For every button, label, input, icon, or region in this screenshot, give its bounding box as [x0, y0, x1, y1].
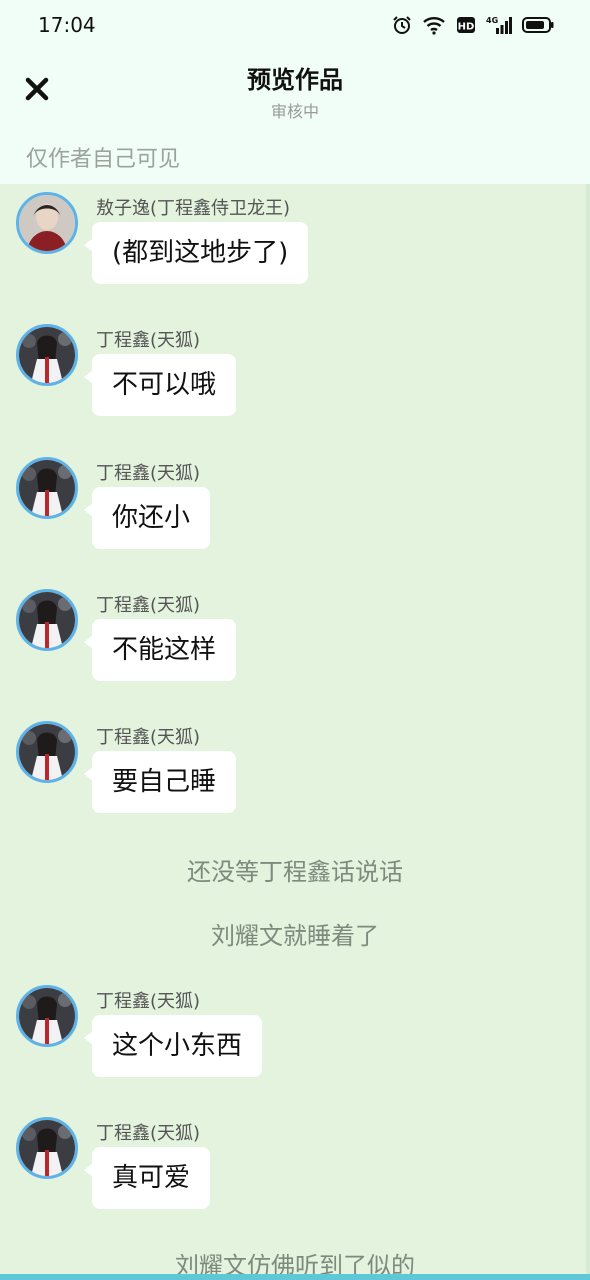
scrollbar[interactable] [586, 184, 590, 1274]
header-area: 17:04 HD 4G 预览作品 审核中 仅作者自己可见 [0, 0, 590, 184]
review-status: 审核中 [270, 102, 319, 121]
avatar[interactable] [16, 324, 78, 386]
sender-name: 敖子逸(丁程鑫侍卫龙王) [96, 198, 291, 219]
narration-text: 刘耀文就睡着了 [211, 922, 379, 950]
sender-name: 丁程鑫(天狐) [96, 991, 201, 1012]
avatar[interactable] [16, 457, 78, 519]
message-bubble[interactable]: 不可以哦 [83, 354, 237, 416]
avatar[interactable] [16, 1117, 78, 1179]
message-bubble[interactable]: 这个小东西 [83, 1015, 263, 1077]
signal-4g-icon: 4G [486, 14, 512, 36]
alarm-icon [392, 14, 412, 36]
message-bubble[interactable]: (都到这地步了) [83, 222, 309, 284]
sender-name: 丁程鑫(天狐) [96, 1123, 201, 1144]
story-preview-screen: 17:04 HD 4G 预览作品 审核中 仅作者自己可见 敖子逸(丁程鑫侍卫龙王… [0, 0, 590, 1280]
hd-icon: HD [456, 14, 476, 36]
visibility-note: 仅作者自己可见 [26, 147, 181, 172]
sender-name: 丁程鑫(天狐) [96, 330, 201, 351]
message-bubble[interactable]: 不能这样 [83, 619, 237, 681]
status-bar: 17:04 HD 4G [0, 0, 590, 54]
sender-name: 丁程鑫(天狐) [96, 463, 201, 484]
narration-text: 还没等丁程鑫话说话 [187, 858, 403, 886]
message-bubble[interactable]: 真可爱 [83, 1147, 211, 1209]
status-time: 17:04 [38, 13, 96, 37]
wifi-icon [422, 14, 446, 36]
bottom-accent-bar [0, 1274, 590, 1280]
message-bubble[interactable]: 你还小 [83, 487, 211, 549]
avatar[interactable] [16, 192, 78, 254]
page-title: 预览作品 [247, 66, 343, 94]
sender-name: 丁程鑫(天狐) [96, 727, 201, 748]
sender-name: 丁程鑫(天狐) [96, 595, 201, 616]
svg-text:4G: 4G [486, 16, 498, 25]
avatar[interactable] [16, 721, 78, 783]
status-icons: HD 4G [392, 14, 554, 36]
message-bubble[interactable]: 要自己睡 [83, 751, 237, 813]
avatar[interactable] [16, 589, 78, 651]
svg-text:HD: HD [458, 22, 475, 33]
avatar[interactable] [16, 985, 78, 1047]
battery-icon [522, 14, 554, 36]
